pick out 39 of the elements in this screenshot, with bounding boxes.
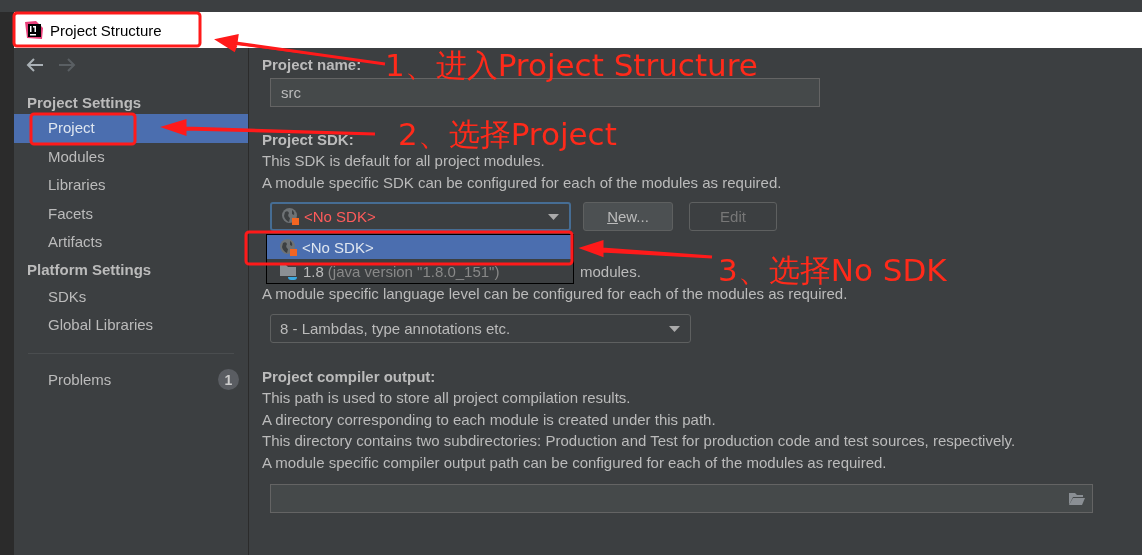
globe-icon [281,207,300,226]
dropdown-option[interactable]: <No SDK> [267,235,573,259]
sidebar-item[interactable]: Global Libraries [14,311,248,340]
description-text: This path is used to store all project compilation results. [262,388,631,408]
field-label: Project name: [262,56,362,74]
annotation-text: 1、进入Project Structure [385,52,758,80]
new-button[interactable]: New... [583,202,673,231]
description-text: A module specific compiler output path can be configured for each of the modules as required. [262,452,887,473]
language-level-dropdown[interactable]: 8 - Lambdas, type annotations etc. [270,314,691,343]
caret-icon [548,213,559,220]
window-title: Project Structure [50,21,162,39]
count-badge: 1 [218,369,239,390]
annotation-text: 3、选择No SDK [718,257,947,285]
description-text: modules. [580,262,641,282]
annotation-text: 2、选择Project [398,121,617,149]
globe-icon [279,237,298,257]
sidebar-item[interactable]: Modules [14,142,248,171]
folder-icon[interactable] [1068,491,1086,506]
section-label: Project compiler output: [262,368,436,386]
section-header: Project Settings [26,93,143,113]
sidebar-item[interactable]: Artifacts [14,228,248,257]
caret-icon [669,325,680,332]
description-text: This directory contains two subdirectories: Production and Test for production code and test sources, respectively. [262,431,1016,451]
dropdown-option[interactable]: 1.8 (java version "1.8.0_151") [267,259,573,283]
path-field[interactable] [270,484,1093,513]
sidebar-item[interactable]: Problems [48,371,112,388]
description-text: This SDK is default for all project modules. [262,151,545,171]
sdk-dropdown[interactable]: <No SDK> [270,202,571,231]
section-label: Project SDK: [262,131,354,149]
app-icon [24,20,44,40]
sidebar-item[interactable]: Facets [14,199,248,228]
sidebar-item[interactable]: Libraries [14,171,248,200]
forward-arrow-icon[interactable] [58,58,76,72]
description-text: A directory corresponding to each module is created under this path. [262,409,716,430]
sidebar-item[interactable]: SDKs [14,282,248,311]
section-header: Platform Settings [26,259,153,280]
description-text: A module specific language level can be configured for each of the modules as required. [262,284,848,304]
description-text: A module specific SDK can be configured for each of the modules as required. [262,172,782,193]
back-arrow-icon[interactable] [26,58,44,72]
